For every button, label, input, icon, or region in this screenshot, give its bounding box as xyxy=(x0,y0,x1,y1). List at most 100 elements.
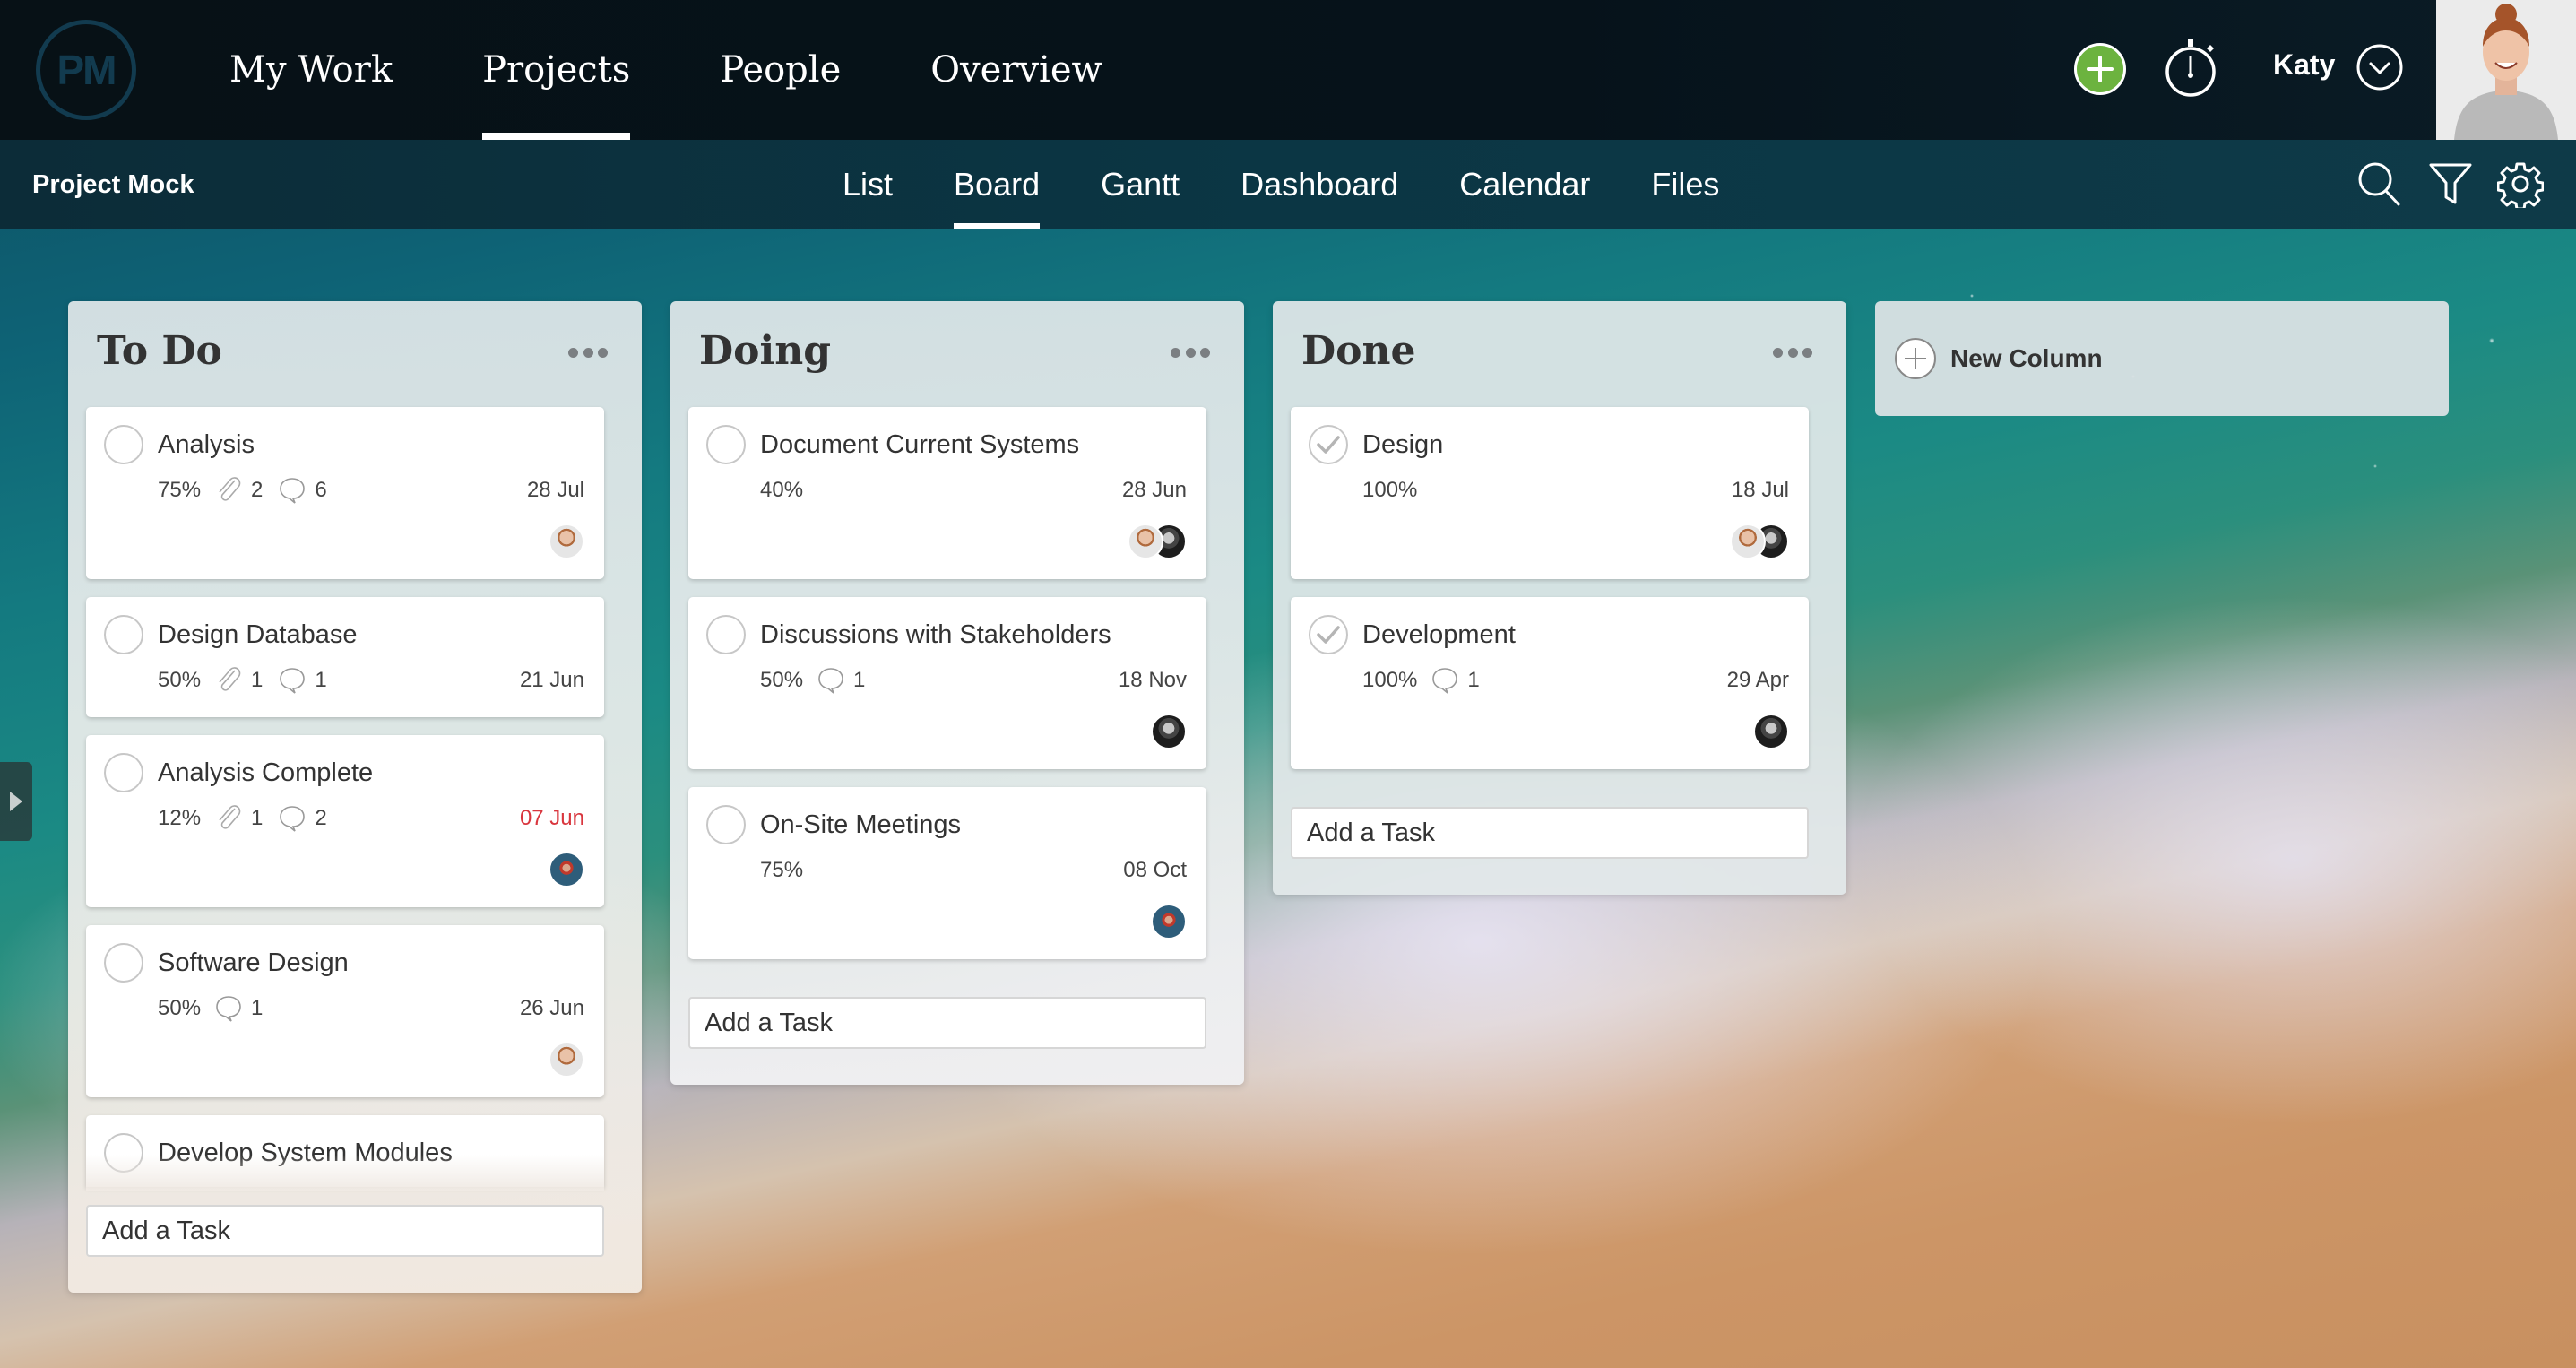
assignee-avatar[interactable] xyxy=(1753,714,1789,749)
nav-overview[interactable]: Overview xyxy=(930,0,1102,140)
assignee-avatar[interactable] xyxy=(549,1042,584,1078)
attachment-count: 1 xyxy=(251,668,264,692)
comment-icon xyxy=(280,668,306,694)
task-meta: 100% 1 xyxy=(1362,665,1494,696)
task-due-date: 28 Jul xyxy=(526,478,584,502)
nav-my-work[interactable]: My Work xyxy=(229,0,393,140)
column-menu-button[interactable] xyxy=(1773,346,1812,359)
tab-dashboard[interactable]: Dashboard xyxy=(1240,140,1398,229)
complete-checkbox[interactable] xyxy=(104,753,143,792)
task-meta: 75% xyxy=(760,855,816,886)
task-meta: 50% 1 xyxy=(760,665,879,696)
task-card[interactable]: Design Database 50% 1 1 21 Jun xyxy=(86,597,604,717)
plus-icon xyxy=(2087,56,2114,82)
task-progress: 40% xyxy=(760,478,804,502)
comment-count: 1 xyxy=(1467,668,1480,692)
task-card[interactable]: Document Current Systems 40% 28 Jun xyxy=(688,407,1206,579)
user-avatar[interactable] xyxy=(2436,0,2576,140)
assignee-avatar[interactable] xyxy=(549,524,584,559)
complete-checkbox[interactable] xyxy=(104,943,143,983)
plus-icon xyxy=(1905,348,1926,369)
complete-checkbox-checked[interactable] xyxy=(1309,425,1348,464)
task-title[interactable]: Development xyxy=(1362,620,1516,650)
assignees xyxy=(1753,714,1789,749)
attachment-count: 2 xyxy=(251,478,264,502)
task-meta: 50% 1 xyxy=(158,993,277,1024)
filter-icon[interactable] xyxy=(2427,160,2474,208)
main-nav: My Work Projects People Overview xyxy=(229,0,1192,140)
column-doing: Doing Document Current Systems 40% 28 Ju… xyxy=(670,301,1244,1085)
search-icon[interactable] xyxy=(2356,160,2402,208)
column-to-do: To Do Analysis 75% 2 6 28 Jul Design Dat… xyxy=(68,301,642,1293)
task-progress: 100% xyxy=(1362,668,1418,692)
assignees xyxy=(1151,904,1187,939)
sidebar-toggle[interactable] xyxy=(0,762,32,841)
task-title[interactable]: Document Current Systems xyxy=(760,430,1079,460)
tab-gantt[interactable]: Gantt xyxy=(1101,140,1180,229)
complete-checkbox[interactable] xyxy=(706,425,746,464)
task-due-date: 08 Oct xyxy=(1123,858,1187,882)
chevron-down-circle-icon xyxy=(2356,44,2403,91)
nav-projects[interactable]: Projects xyxy=(482,0,631,140)
timer-button[interactable] xyxy=(2164,36,2221,100)
task-progress: 50% xyxy=(158,668,202,692)
nav-people[interactable]: People xyxy=(720,0,841,140)
task-title[interactable]: Design Database xyxy=(158,620,357,650)
task-title[interactable]: Discussions with Stakeholders xyxy=(760,620,1111,650)
app-logo[interactable]: PM xyxy=(36,20,136,120)
task-card[interactable]: Analysis 75% 2 6 28 Jul xyxy=(86,407,604,579)
tab-list[interactable]: List xyxy=(843,140,893,229)
task-card[interactable]: Software Design 50% 1 26 Jun xyxy=(86,925,604,1097)
new-column-label: New Column xyxy=(1950,344,2103,372)
more-dot-icon xyxy=(1200,347,1210,358)
task-title[interactable]: Design xyxy=(1362,430,1443,460)
assignee-avatar[interactable] xyxy=(549,852,584,887)
task-card[interactable]: Development 100% 1 29 Apr xyxy=(1291,597,1809,769)
tab-board[interactable]: Board xyxy=(954,140,1041,229)
task-title[interactable]: On-Site Meetings xyxy=(760,810,961,840)
task-card[interactable]: Discussions with Stakeholders 50% 1 18 N… xyxy=(688,597,1206,769)
task-title[interactable]: Software Design xyxy=(158,948,349,978)
new-column-button[interactable]: New Column xyxy=(1875,301,2449,416)
tab-calendar[interactable]: Calendar xyxy=(1459,140,1590,229)
column-menu-button[interactable] xyxy=(568,346,608,359)
task-meta: 100% xyxy=(1362,475,1430,506)
assignee-avatar[interactable] xyxy=(1128,524,1163,559)
task-card[interactable]: Analysis Complete 12% 1 2 07 Jun xyxy=(86,735,604,907)
add-button[interactable] xyxy=(2074,43,2126,95)
user-name[interactable]: Katy xyxy=(2273,48,2335,82)
assignee-avatar[interactable] xyxy=(1151,904,1187,939)
task-card[interactable]: On-Site Meetings 75% 08 Oct xyxy=(688,787,1206,959)
comment-count: 1 xyxy=(315,668,327,692)
task-due-date-overdue: 07 Jun xyxy=(519,806,584,830)
task-card[interactable]: Design 100% 18 Jul xyxy=(1291,407,1809,579)
more-dot-icon xyxy=(568,347,578,358)
assignees xyxy=(1128,524,1187,559)
comment-count: 1 xyxy=(251,996,264,1020)
gear-icon[interactable] xyxy=(2497,160,2544,208)
attachment-count: 1 xyxy=(251,806,264,830)
complete-checkbox-checked[interactable] xyxy=(1309,615,1348,654)
task-progress: 100% xyxy=(1362,478,1418,502)
complete-checkbox[interactable] xyxy=(706,805,746,844)
tab-files[interactable]: Files xyxy=(1651,140,1719,229)
task-title[interactable]: Analysis xyxy=(158,430,255,460)
user-menu-button[interactable] xyxy=(2356,43,2404,91)
view-tabs: List Board Gantt Dashboard Calendar File… xyxy=(843,140,1780,229)
complete-checkbox[interactable] xyxy=(104,615,143,654)
task-title[interactable]: Analysis Complete xyxy=(158,758,373,788)
column-done: Done Design 100% 18 Jul Development 100% xyxy=(1273,301,1846,895)
comment-icon xyxy=(1432,668,1458,694)
add-task-input[interactable]: Add a Task xyxy=(688,997,1206,1049)
assignee-avatar[interactable] xyxy=(1151,714,1187,749)
assignees xyxy=(549,1042,584,1078)
complete-checkbox[interactable] xyxy=(706,615,746,654)
assignee-avatar[interactable] xyxy=(1730,524,1766,559)
task-due-date: 29 Apr xyxy=(1726,668,1789,692)
add-task-input[interactable]: Add a Task xyxy=(1291,807,1809,859)
assignees xyxy=(1730,524,1789,559)
add-task-input[interactable]: Add a Task xyxy=(86,1205,604,1257)
complete-checkbox[interactable] xyxy=(104,425,143,464)
column-menu-button[interactable] xyxy=(1171,346,1210,359)
paperclip-icon xyxy=(219,667,241,691)
